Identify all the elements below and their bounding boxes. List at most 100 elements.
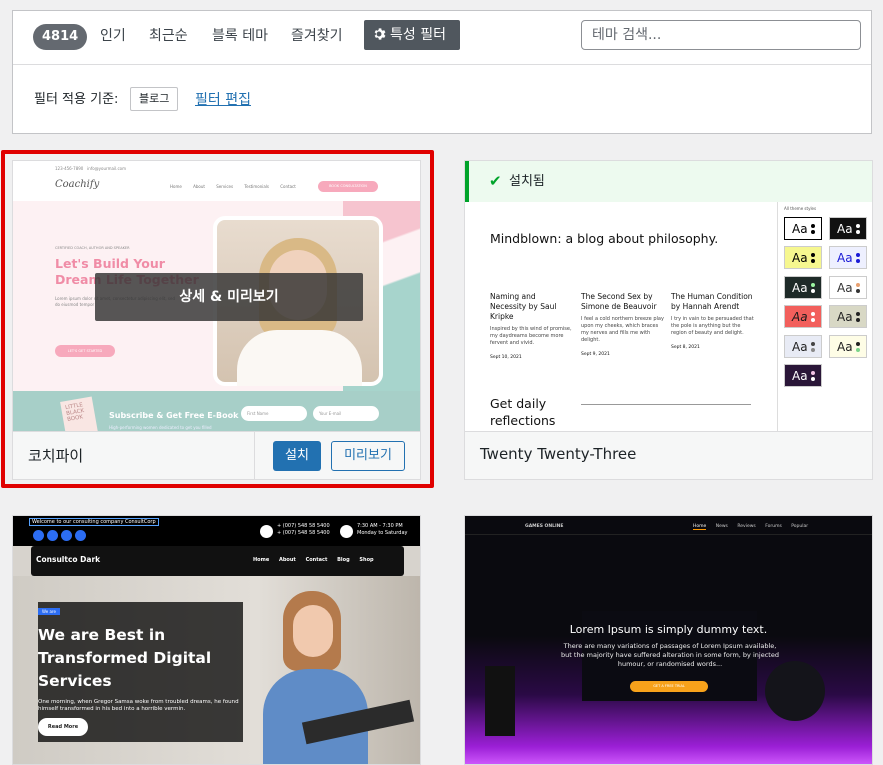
welcome-text: Welcome to our consulting company Consul… <box>29 518 159 526</box>
nav-item: Reviews <box>737 524 756 529</box>
theme-card-twentytwentythree[interactable]: Mindblown: a blog about philosophy. Nami… <box>464 160 873 480</box>
post-excerpt: Inspired by this wind of promise, my day… <box>490 326 572 346</box>
blog-title: Mindblown: a blog about philosophy. <box>490 231 719 246</box>
swatch-text: Aa <box>792 281 808 295</box>
hours-text: 7:30 AM - 7:30 PM <box>357 523 403 529</box>
post-preview: Naming and Necessity by Saul Kripke Inspi… <box>490 292 574 362</box>
post-excerpt: I try in vain to be persuaded that the p… <box>671 316 754 336</box>
selection-highlight <box>1 150 434 488</box>
style-swatch: Aa <box>784 335 822 358</box>
filter-top-row: 4814 인기 최근순 블록 테마 즐겨찾기 특성 필터 <box>13 11 871 65</box>
post-date: Sept 9, 2021 <box>581 352 610 357</box>
style-swatch: Aa <box>829 217 867 240</box>
speaker-shape <box>485 666 515 736</box>
site-nav: Home News Reviews Forums Popular <box>693 524 809 530</box>
nav-items: Home About Contact Blog Shop <box>253 557 374 563</box>
style-swatch: Aa <box>784 305 822 328</box>
top-info-bar: Welcome to our consulting company Consul… <box>13 516 420 546</box>
post-title: The Second Sex by Simone de Beauvoir <box>581 292 657 311</box>
checkmark-icon: ✔ <box>489 172 502 190</box>
theme-card-games-online[interactable]: GAMES ONLINE Home News Reviews Forums Po… <box>464 515 873 765</box>
tab-block-themes[interactable]: 블록 테마 <box>212 26 268 46</box>
applied-filter-label: 필터 적용 기준: <box>34 92 119 107</box>
twitter-icon[interactable] <box>47 530 58 541</box>
hero-cta: GET A FREE TRIAL <box>630 681 708 692</box>
theme-card-footer: Twenty Twenty-Three <box>465 431 872 479</box>
nav-item: Contact <box>305 557 328 563</box>
phone-numbers: + (007) 548 58 5400 + (007) 548 58 5400 <box>277 523 330 537</box>
nav-item: Popular <box>791 524 809 529</box>
swatch-text: Aa <box>837 281 853 295</box>
tab-favorites[interactable]: 즐겨찾기 <box>291 26 343 46</box>
style-swatch: Aa <box>829 335 867 358</box>
plant-shape <box>765 661 825 721</box>
swatch-text: Aa <box>837 251 853 265</box>
tab-latest[interactable]: 최근순 <box>149 26 188 46</box>
gear-icon <box>374 28 386 40</box>
nav-item: Home <box>693 524 707 530</box>
clock-icon <box>340 525 353 538</box>
hero-headline: Lorem Ipsum is simply dummy text. <box>569 623 768 636</box>
instagram-icon[interactable] <box>75 530 86 541</box>
nav-item: Blog <box>337 557 350 563</box>
installed-label: 설치됨 <box>509 174 545 189</box>
post-title: The Human Condition by Hannah Arendt <box>671 292 753 311</box>
style-swatch: Aa <box>829 276 867 299</box>
header-divider <box>465 534 872 535</box>
post-date: Sept 8, 2021 <box>671 345 700 350</box>
swatch-text: Aa <box>792 369 808 383</box>
style-swatch: Aa <box>829 246 867 269</box>
hero-badge: We are <box>38 608 60 615</box>
phone-text: + (007) 548 58 5400 <box>277 523 330 529</box>
linkedin-icon[interactable] <box>61 530 72 541</box>
nav-item: Home <box>253 557 270 563</box>
theme-name: Twenty Twenty-Three <box>480 445 637 463</box>
post-preview: The Second Sex by Simone de Beauvoir I fe… <box>581 292 665 359</box>
theme-search-input[interactable] <box>581 20 861 50</box>
style-variations-panel: All theme styles Aa Aa Aa Aa Aa Aa Aa Aa… <box>777 202 872 433</box>
facebook-icon[interactable] <box>33 530 44 541</box>
style-swatch: Aa <box>784 217 822 240</box>
social-icons <box>33 530 86 541</box>
newsletter-heading: Get daily reflections <box>490 396 556 428</box>
nav-item: About <box>278 557 296 563</box>
applied-filter-tag: 블로그 <box>130 87 179 111</box>
swatch-text: Aa <box>837 340 853 354</box>
swatch-text: Aa <box>837 222 853 236</box>
edit-filter-link[interactable]: 필터 편집 <box>195 89 251 109</box>
site-logo: GAMES ONLINE <box>525 524 564 529</box>
feature-filter-button[interactable]: 특성 필터 <box>364 20 460 50</box>
feature-filter-label: 특성 필터 <box>390 27 446 43</box>
theme-card-consultco-dark[interactable]: Welcome to our consulting company Consul… <box>12 515 421 765</box>
swatch-text: Aa <box>792 340 808 354</box>
tab-popular[interactable]: 인기 <box>100 26 126 46</box>
style-swatch: Aa <box>784 364 822 387</box>
theme-screenshot: Welcome to our consulting company Consul… <box>13 516 420 764</box>
nav-item: News <box>715 524 728 529</box>
swatch-text: Aa <box>792 310 808 324</box>
phone-icon <box>260 525 273 538</box>
post-excerpt: I feel a cold northern breeze play upon … <box>581 316 664 343</box>
business-hours: 7:30 AM - 7:30 PM Monday to Saturday <box>357 523 407 537</box>
style-swatch: Aa <box>829 305 867 328</box>
hero-body: There are many variations of passages of… <box>561 642 779 668</box>
hero-headline: We are Best in Transformed Digital Servi… <box>38 626 212 690</box>
swatch-text: Aa <box>837 310 853 324</box>
style-swatch: Aa <box>784 246 822 269</box>
phone-text: + (007) 548 58 5400 <box>277 530 330 536</box>
post-title: Naming and Necessity by Saul Kripke <box>490 292 557 321</box>
hero-body: One morning, when Gregor Samsa woke from… <box>38 699 239 712</box>
divider-line <box>581 404 751 405</box>
post-date: Sept 10, 2021 <box>490 355 522 360</box>
style-swatch: Aa <box>784 276 822 299</box>
site-nav: Consultco Dark Home About Contact Blog S… <box>31 546 404 576</box>
hero-person <box>263 591 415 764</box>
theme-screenshot: GAMES ONLINE Home News Reviews Forums Po… <box>465 516 872 764</box>
days-text: Monday to Saturday <box>357 530 408 536</box>
nav-item: Shop <box>359 557 374 563</box>
swatch-text: Aa <box>792 251 808 265</box>
site-logo: Consultco Dark <box>36 555 101 564</box>
styles-label: All theme styles <box>784 206 817 211</box>
swatch-text: Aa <box>792 222 808 236</box>
nav-item: Forums <box>765 524 782 529</box>
